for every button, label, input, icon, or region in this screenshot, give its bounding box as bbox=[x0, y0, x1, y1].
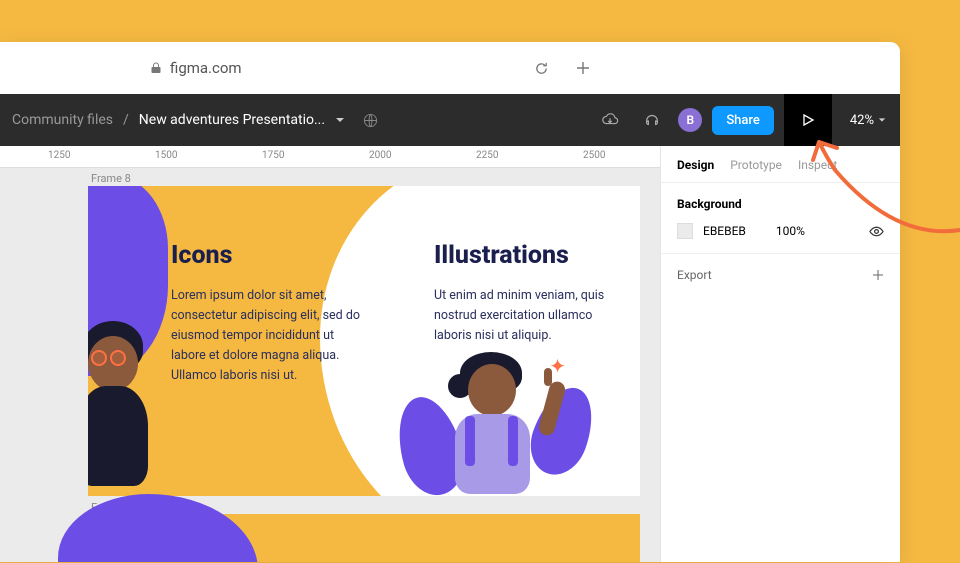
horizontal-ruler: 1250 1500 1750 2000 2250 2500 bbox=[0, 146, 660, 168]
illustration-person-1 bbox=[88, 316, 178, 496]
tab-prototype[interactable]: Prototype bbox=[730, 158, 782, 172]
figma-toolbar: Community files / New adventures Present… bbox=[0, 94, 900, 146]
avatar[interactable]: B bbox=[678, 108, 702, 132]
avatar-initial: B bbox=[687, 113, 695, 127]
icons-body: Lorem ipsum dolor sit amet, consectetur … bbox=[171, 286, 371, 386]
globe-icon[interactable] bbox=[363, 113, 378, 128]
color-swatch[interactable] bbox=[677, 223, 693, 239]
purple-blob bbox=[58, 494, 258, 562]
browser-window: figma.com Community files / New adventur… bbox=[0, 42, 900, 562]
color-opacity[interactable]: 100% bbox=[776, 224, 805, 238]
butterfly-icon: ✦ bbox=[549, 354, 566, 378]
ruler-tick: 2250 bbox=[476, 150, 498, 161]
chevron-down-icon[interactable] bbox=[335, 115, 345, 125]
background-section: Background EBEBEB 100% bbox=[661, 183, 900, 254]
breadcrumb-separator: / bbox=[123, 112, 129, 128]
illustration-person-2: ✦ bbox=[420, 346, 580, 496]
reload-icon[interactable] bbox=[534, 61, 549, 76]
url-display[interactable]: figma.com bbox=[150, 59, 242, 77]
ruler-tick: 1750 bbox=[262, 150, 284, 161]
export-label: Export bbox=[677, 268, 712, 282]
url-text: figma.com bbox=[170, 59, 242, 77]
icons-heading: Icons bbox=[171, 241, 232, 270]
tab-inspect[interactable]: Inspect bbox=[798, 158, 837, 172]
ruler-tick: 1250 bbox=[48, 150, 70, 161]
toolbar-right: B Share 42% bbox=[594, 94, 894, 146]
properties-panel: Design Prototype Inspect Background EBEB… bbox=[660, 146, 900, 562]
panel-tabs: Design Prototype Inspect bbox=[661, 146, 900, 183]
chevron-down-icon bbox=[878, 116, 886, 124]
zoom-control[interactable]: 42% bbox=[842, 113, 894, 128]
play-icon bbox=[801, 113, 815, 127]
background-row[interactable]: EBEBEB 100% bbox=[677, 223, 884, 239]
headphones-icon[interactable] bbox=[636, 104, 668, 136]
frame-8[interactable]: Icons Lorem ipsum dolor sit amet, consec… bbox=[88, 186, 640, 496]
file-name[interactable]: New adventures Presentatio... bbox=[139, 112, 325, 128]
lock-icon bbox=[150, 62, 162, 74]
plus-icon[interactable] bbox=[872, 269, 884, 281]
new-tab-icon[interactable] bbox=[575, 60, 591, 76]
ruler-tick: 2500 bbox=[583, 150, 605, 161]
main-area: 1250 1500 1750 2000 2250 2500 Frame 8 Ic… bbox=[0, 146, 900, 562]
canvas[interactable]: 1250 1500 1750 2000 2250 2500 Frame 8 Ic… bbox=[0, 146, 660, 562]
frame-label[interactable]: Frame 8 bbox=[91, 172, 131, 185]
frame-10[interactable] bbox=[88, 514, 640, 562]
tab-design[interactable]: Design bbox=[677, 158, 714, 172]
ruler-tick: 2000 bbox=[369, 150, 391, 161]
visibility-icon[interactable] bbox=[869, 224, 884, 239]
illustrations-heading: Illustrations bbox=[434, 241, 569, 270]
export-section: Export bbox=[661, 254, 900, 296]
breadcrumb: Community files / New adventures Present… bbox=[12, 112, 584, 128]
ruler-tick: 1500 bbox=[155, 150, 177, 161]
color-hex[interactable]: EBEBEB bbox=[703, 224, 746, 238]
cloud-sync-icon[interactable] bbox=[594, 104, 626, 136]
background-heading: Background bbox=[677, 197, 884, 211]
breadcrumb-root[interactable]: Community files bbox=[12, 112, 113, 128]
share-button[interactable]: Share bbox=[712, 106, 774, 135]
browser-address-bar: figma.com bbox=[0, 42, 900, 94]
present-button[interactable] bbox=[784, 94, 832, 146]
illustrations-body: Ut enim ad minim veniam, quis nostrud ex… bbox=[434, 286, 614, 346]
zoom-value: 42% bbox=[850, 113, 874, 128]
